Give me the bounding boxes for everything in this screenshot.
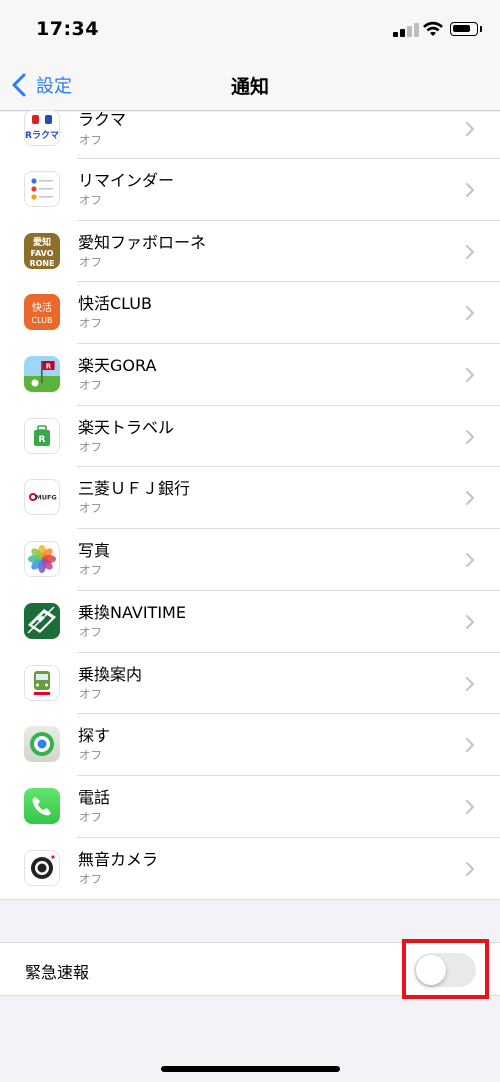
svg-text:愛知: 愛知 bbox=[33, 236, 51, 248]
emergency-alerts-label: 緊急速報 bbox=[25, 963, 90, 982]
app-row-rakuma[interactable]: Rラクマ ラクマ オフ bbox=[0, 110, 500, 159]
highlight-annotation-box bbox=[402, 939, 489, 999]
mufg-icon: MUFG bbox=[24, 479, 60, 516]
app-name: 写真 bbox=[78, 541, 111, 561]
app-name: 無音カメラ bbox=[78, 849, 159, 869]
mufg-icon-text: MUFG bbox=[35, 494, 57, 502]
rakuten-travel-icon: R bbox=[24, 417, 60, 454]
chevron-right-icon bbox=[466, 183, 474, 197]
app-status: オフ bbox=[79, 193, 102, 207]
svg-text:快活: 快活 bbox=[32, 302, 52, 314]
chevron-right-icon bbox=[466, 676, 474, 691]
cellular-signal-icon bbox=[393, 23, 419, 37]
app-name: 乗換案内 bbox=[78, 664, 143, 684]
battery-icon bbox=[450, 22, 478, 36]
wifi-icon bbox=[423, 21, 443, 36]
app-status: オフ bbox=[79, 316, 102, 331]
app-status: オフ bbox=[79, 133, 102, 147]
chevron-right-icon bbox=[466, 429, 474, 444]
app-name: 快活CLUB bbox=[78, 294, 152, 314]
chevron-right-icon bbox=[466, 306, 474, 321]
aichi-favorone-icon: 愛知 FAVO RONE bbox=[24, 232, 60, 269]
chevron-right-icon bbox=[466, 614, 474, 629]
app-status: オフ bbox=[79, 748, 102, 763]
home-indicator[interactable] bbox=[161, 1066, 340, 1072]
app-status: オフ bbox=[79, 624, 102, 639]
chevron-right-icon bbox=[466, 368, 474, 383]
app-status: オフ bbox=[79, 501, 102, 516]
app-row-reminders[interactable]: リマインダー オフ bbox=[0, 159, 500, 221]
app-name: 楽天GORA bbox=[78, 356, 157, 376]
chevron-right-icon bbox=[466, 799, 474, 814]
notifications-screen: 17:34 設定 通知 Rラクマ ラクマ オフ リマインダー オフ 愛知 FAV… bbox=[0, 0, 500, 1082]
rakuma-icon-text: Rラクマ bbox=[25, 130, 59, 141]
svg-text:R: R bbox=[46, 363, 52, 371]
app-status: オフ bbox=[79, 871, 102, 886]
svg-text:FAVO: FAVO bbox=[30, 249, 53, 258]
app-name: 探す bbox=[78, 726, 111, 746]
app-row-find-my[interactable]: 探す オフ bbox=[0, 714, 500, 776]
app-row-mufg[interactable]: MUFG 三菱ＵＦＪ銀行 オフ bbox=[0, 467, 500, 530]
app-name: 乗換NAVITIME bbox=[78, 602, 186, 622]
svg-text:CLUB: CLUB bbox=[32, 316, 53, 325]
app-name: 電話 bbox=[78, 787, 111, 807]
chevron-right-icon bbox=[466, 491, 474, 506]
app-notification-list: Rラクマ ラクマ オフ リマインダー オフ 愛知 FAVO RONE 愛知ファボ… bbox=[0, 110, 500, 900]
list-bottom-divider bbox=[0, 899, 500, 900]
app-row-aichi-favorone[interactable]: 愛知 FAVO RONE 愛知ファボローネ オフ bbox=[0, 220, 500, 283]
app-status: オフ bbox=[79, 254, 102, 269]
app-row-kaikatsu-club[interactable]: 快活 CLUB 快活CLUB オフ bbox=[0, 282, 500, 345]
svg-text:RONE: RONE bbox=[29, 259, 54, 268]
status-bar: 17:34 bbox=[0, 0, 500, 60]
silent-camera-icon bbox=[24, 849, 60, 886]
chevron-right-icon bbox=[466, 553, 474, 568]
rakuma-icon: Rラクマ bbox=[24, 110, 60, 146]
navitime-icon bbox=[24, 602, 60, 639]
photos-icon bbox=[24, 541, 60, 578]
phone-icon bbox=[24, 787, 60, 824]
app-status: オフ bbox=[79, 563, 102, 578]
rakuten-gora-icon: R bbox=[24, 356, 60, 393]
app-row-navitime[interactable]: 乗換NAVITIME オフ bbox=[0, 590, 500, 653]
app-row-photos[interactable]: 写真 オフ bbox=[0, 529, 500, 591]
status-time: 17:34 bbox=[36, 18, 99, 40]
kaikatsu-club-icon: 快活 CLUB bbox=[24, 294, 60, 331]
chevron-right-icon bbox=[466, 244, 474, 259]
app-status: オフ bbox=[79, 809, 102, 824]
page-title: 通知 bbox=[230, 76, 269, 98]
norikae-annai-icon bbox=[24, 664, 60, 701]
app-row-norikae-annai[interactable]: 乗換案内 オフ bbox=[0, 652, 500, 715]
find-my-icon bbox=[24, 726, 60, 763]
app-name: 三菱ＵＦＪ銀行 bbox=[78, 479, 191, 499]
app-name: ラクマ bbox=[78, 110, 127, 129]
chevron-right-icon bbox=[466, 738, 474, 753]
app-status: オフ bbox=[79, 686, 102, 701]
app-row-phone[interactable]: 電話 オフ bbox=[0, 775, 500, 838]
battery-cap bbox=[480, 26, 482, 32]
app-name: 楽天トラベル bbox=[78, 417, 175, 437]
app-row-rakuten-gora[interactable]: R 楽天GORA オフ bbox=[0, 344, 500, 406]
navigation-bar: 設定 通知 bbox=[0, 60, 500, 111]
chevron-right-icon bbox=[466, 122, 474, 136]
app-row-silent-camera[interactable]: 無音カメラ オフ bbox=[0, 837, 500, 900]
app-status: オフ bbox=[79, 439, 102, 454]
app-status: オフ bbox=[79, 378, 102, 393]
reminders-icon bbox=[24, 171, 60, 207]
svg-text:R: R bbox=[39, 435, 46, 445]
app-name: 愛知ファボローネ bbox=[78, 232, 207, 252]
chevron-right-icon bbox=[466, 861, 474, 876]
app-row-rakuten-travel[interactable]: R 楽天トラベル オフ bbox=[0, 405, 500, 468]
app-name: リマインダー bbox=[78, 171, 175, 190]
